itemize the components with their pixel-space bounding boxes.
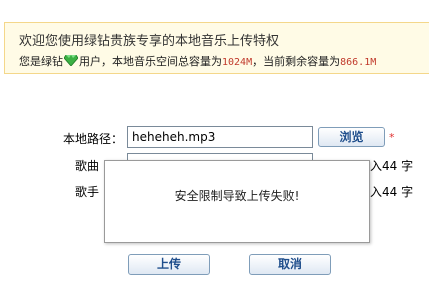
song-name-label: 歌曲 (75, 159, 100, 173)
privilege-banner: 欢迎您使用绿钻贵族专享的本地音乐上传特权 您是绿钻 用户，本地音乐空间总容量为1… (4, 22, 429, 74)
local-path-label: 本地路径： (63, 132, 124, 146)
error-message: 安全限制导致上传失败! (174, 189, 300, 203)
song-name-limit: 入44 字 (370, 159, 414, 173)
info-prefix: 您是绿钻 (19, 55, 63, 68)
capacity-info: 您是绿钻 用户，本地音乐空间总容量为1024M，当前剩余容量为866.1M (19, 53, 376, 69)
browse-button[interactable]: 浏览 (318, 127, 385, 147)
green-diamond-icon (64, 55, 78, 66)
local-path-input[interactable] (127, 126, 313, 148)
remaining-capacity: 866.1M (340, 57, 377, 68)
cancel-button[interactable]: 取消 (249, 254, 331, 275)
info-mid: 用户，本地音乐空间总容量为 (79, 55, 222, 68)
singer-limit: 入44 字 (370, 185, 414, 199)
info-mid2: ，当前剩余容量为 (252, 55, 341, 68)
error-dialog: 安全限制导致上传失败! (104, 160, 370, 243)
singer-label: 歌手 (75, 185, 100, 199)
total-capacity: 1024M (222, 57, 253, 68)
upload-button[interactable]: 上传 (128, 254, 210, 275)
required-mark: * (389, 131, 395, 144)
banner-title: 欢迎您使用绿钻贵族专享的本地音乐上传特权 (19, 34, 280, 49)
